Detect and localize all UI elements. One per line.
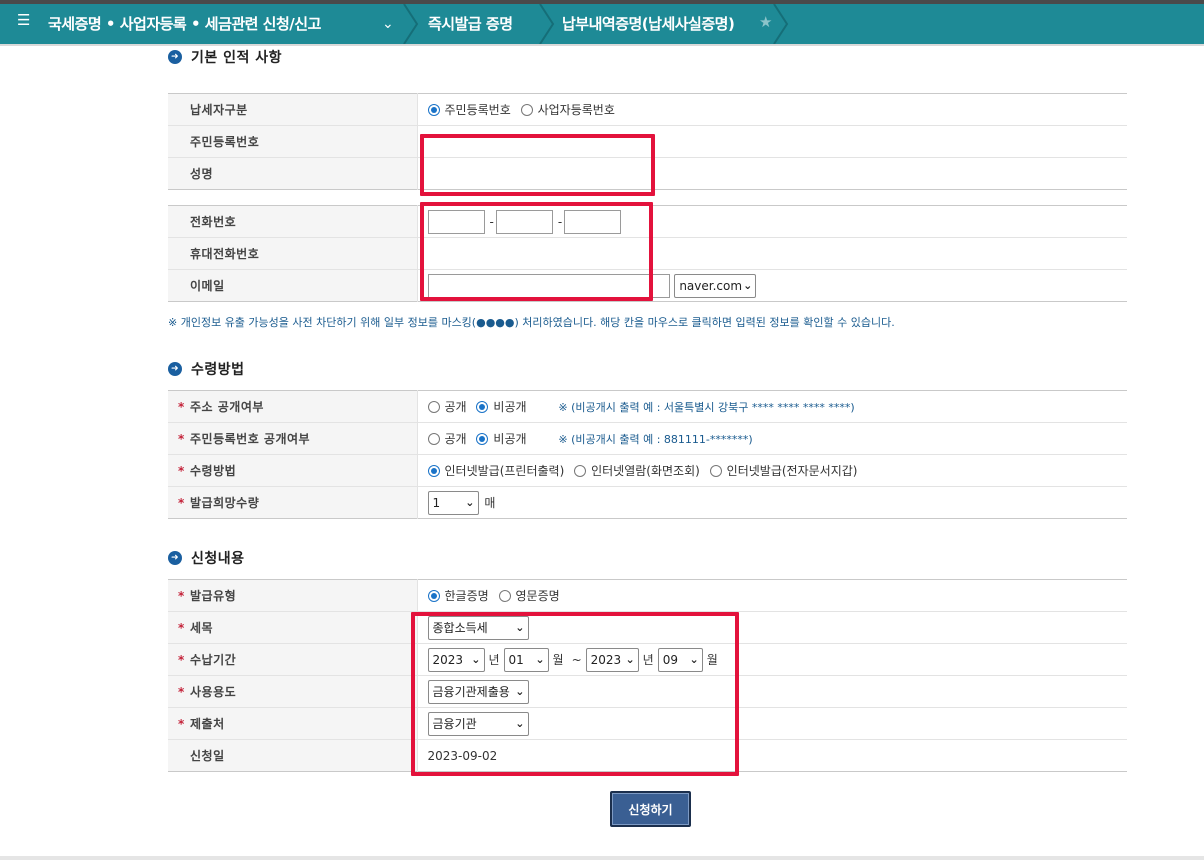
required-mark: * (178, 432, 185, 446)
required-mark: * (178, 685, 185, 699)
menu-icon[interactable]: ☰ (17, 11, 30, 29)
required-mark: * (178, 464, 185, 478)
address-private-note: ※ (비공개시 출력 예 : 서울특별시 강북구 **** **** **** … (558, 401, 855, 414)
required-mark: * (178, 589, 185, 603)
chevron-down-icon: ⌄ (465, 495, 475, 509)
radio-method-print[interactable] (427, 465, 440, 477)
radio-address-public[interactable] (427, 401, 440, 413)
arrow-bullet-icon: ➜ (168, 551, 182, 565)
contact-info-table: 전화번호 -- 휴대전화번호 이메일 naver.com ⌄ (168, 205, 1127, 302)
radio-method-view[interactable] (574, 465, 587, 477)
required-mark: * (178, 717, 185, 731)
breadcrumb-separator (402, 4, 420, 44)
radio-english-cert[interactable] (498, 590, 511, 602)
to-year-select[interactable]: 2023 ⌄ (585, 647, 639, 672)
label-name: 성명 (168, 157, 418, 190)
mobile-field[interactable] (417, 237, 1127, 270)
label-apply-date: 신청일 (168, 739, 418, 772)
email-domain-select[interactable]: naver.com ⌄ (674, 273, 757, 298)
from-year-select[interactable]: 2023 ⌄ (427, 647, 485, 672)
favorite-star-icon[interactable]: ★ (759, 13, 772, 31)
receive-method-table: * 주소 공개여부 공개 비공개 ※ (비공개시 출력 예 : 서울특별시 강북구… (168, 390, 1127, 519)
label-purpose: * 사용용도 (168, 675, 418, 708)
name-field[interactable] (417, 158, 1127, 190)
radio-resident-number[interactable] (427, 104, 440, 116)
label-phone: 전화번호 (168, 205, 418, 238)
radio-resident-private[interactable] (476, 433, 489, 445)
to-month-select[interactable]: 09 ⌄ (657, 647, 703, 672)
section-title-apply: ➜ 신청내용 (168, 548, 245, 568)
section-title-receive: ➜ 수령방법 (168, 359, 245, 379)
chevron-down-icon: ⌄ (515, 620, 525, 634)
phone-part1-input[interactable] (427, 209, 485, 234)
apply-content-table: * 발급유형 한글증명 영문증명 * 세목 종합소득세 ⌄ * 수납기간 2023 ⌄ 년 0… (168, 579, 1127, 772)
nav-breadcrumb-current[interactable]: 납부내역증명(납세사실증명) (562, 4, 735, 44)
label-mobile: 휴대전화번호 (168, 237, 418, 270)
radio-address-private[interactable] (476, 401, 489, 413)
masking-notice: ※ 개인정보 유출 가능성을 사전 차단하기 위해 일부 정보를 마스킹(●●●… (168, 316, 895, 329)
radio-business-number[interactable] (520, 104, 533, 116)
section-title-basic: ➜ 기본 인적 사항 (168, 47, 282, 67)
required-mark: * (178, 496, 185, 510)
basic-info-table: 납세자구분 주민등록번호 사업자등록번호 주민등록번호 성명 (168, 93, 1127, 190)
apply-submit-button[interactable]: 신청하기 (610, 791, 691, 827)
submit-to-select[interactable]: 금융기관 ⌄ (427, 711, 529, 736)
chevron-down-icon: ⌄ (689, 652, 699, 666)
label-taxpayer-type: 납세자구분 (168, 93, 418, 126)
label-payment-period: * 수납기간 (168, 643, 418, 676)
resident-number-field[interactable] (417, 125, 1127, 158)
label-copies: * 발급희망수량 (168, 486, 418, 519)
label-tax-item: * 세목 (168, 611, 418, 644)
label-issue-type: * 발급유형 (168, 579, 418, 612)
label-submit-to: * 제출처 (168, 707, 418, 740)
label-email: 이메일 (168, 269, 418, 302)
breadcrumb-separator (538, 4, 556, 44)
chevron-down-icon: ⌄ (515, 684, 525, 698)
phone-part3-input[interactable] (564, 209, 622, 234)
chevron-down-icon: ⌄ (471, 652, 481, 666)
label-address-public: * 주소 공개여부 (168, 390, 418, 423)
chevron-down-icon: ⌄ (625, 652, 635, 666)
radio-method-wallet[interactable] (709, 465, 722, 477)
label-resident-number: 주민등록번호 (168, 125, 418, 158)
apply-date-value: 2023-09-02 (427, 748, 498, 763)
chevron-down-icon: ⌄ (743, 278, 753, 292)
required-mark: * (178, 621, 185, 635)
arrow-bullet-icon: ➜ (168, 362, 182, 376)
required-mark: * (178, 400, 185, 414)
email-id-input[interactable] (427, 273, 670, 298)
radio-resident-public[interactable] (427, 433, 440, 445)
purpose-select[interactable]: 금융기관제출용 ⌄ (427, 679, 529, 704)
from-month-select[interactable]: 01 ⌄ (503, 647, 549, 672)
footer-divider (0, 856, 1204, 860)
radio-korean-cert[interactable] (427, 590, 440, 602)
label-resident-public: * 주민등록번호 공개여부 (168, 422, 418, 455)
tax-item-select[interactable]: 종합소득세 ⌄ (427, 615, 529, 640)
top-nav-bar: ☰ 국세증명 • 사업자등록 • 세금관련 신청/신고 ⌄ 즉시발급 증명 납부… (0, 0, 1204, 46)
required-mark: * (178, 653, 185, 667)
breadcrumb-separator (772, 4, 790, 44)
chevron-down-icon: ⌄ (515, 716, 525, 730)
resident-private-note: ※ (비공개시 출력 예 : 881111-*******) (558, 433, 753, 446)
copies-select[interactable]: 1 ⌄ (427, 490, 479, 515)
chevron-down-icon: ⌄ (535, 652, 545, 666)
nav-main-category[interactable]: 국세증명 • 사업자등록 • 세금관련 신청/신고 (48, 4, 321, 44)
label-receive-method: * 수령방법 (168, 454, 418, 487)
chevron-down-icon[interactable]: ⌄ (382, 16, 394, 32)
arrow-bullet-icon: ➜ (168, 50, 182, 64)
nav-breadcrumb-instant[interactable]: 즉시발급 증명 (428, 4, 513, 44)
phone-part2-input[interactable] (495, 209, 553, 234)
